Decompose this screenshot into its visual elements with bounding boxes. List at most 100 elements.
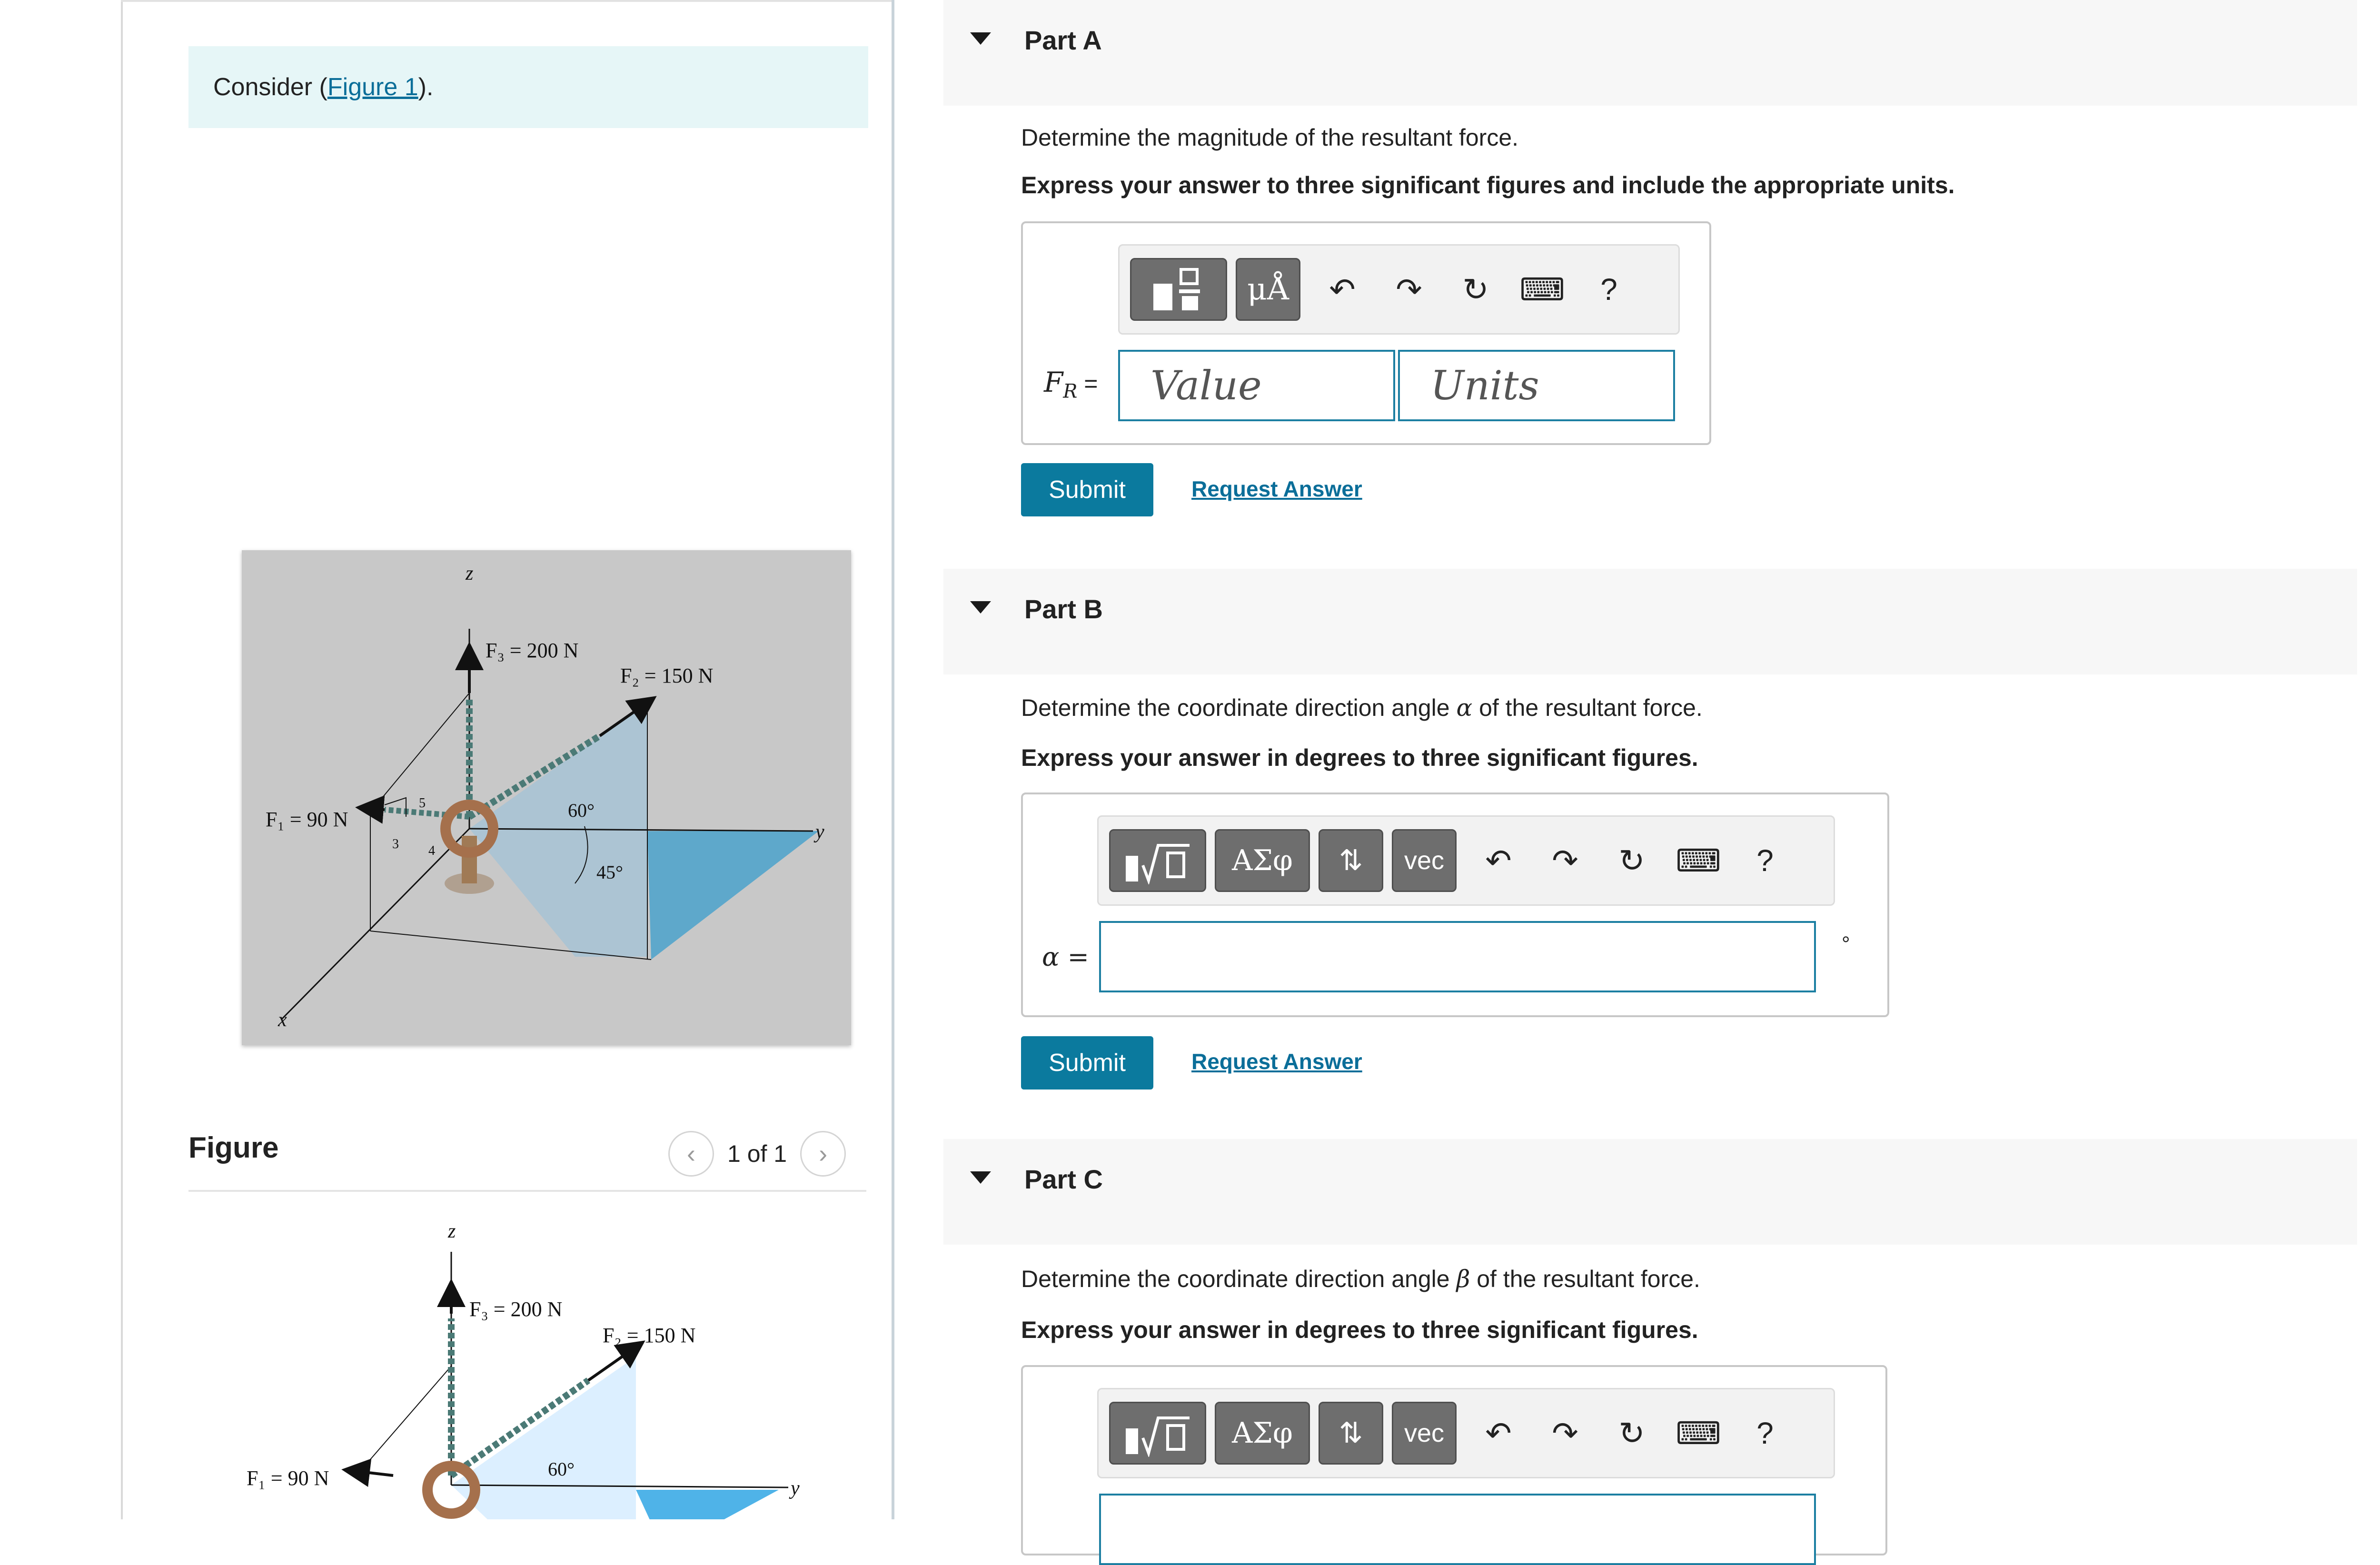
angle-60-label: 60° xyxy=(568,800,595,821)
help-icon[interactable]: ? xyxy=(1576,258,1642,321)
keyboard-icon[interactable]: ⌨ xyxy=(1665,829,1732,892)
undo-icon[interactable]: ↶ xyxy=(1309,258,1376,321)
main-force-f3-label: F₃ = 200 N xyxy=(469,1298,562,1321)
angle-45-label: 45° xyxy=(596,862,623,883)
greek-symbols-button[interactable]: ΑΣφ xyxy=(1215,1402,1310,1465)
frame-left-border xyxy=(121,0,123,1519)
caret-down-icon[interactable] xyxy=(970,601,991,614)
consider-prefix: Consider ( xyxy=(213,73,327,101)
part-c-question-post: of the resultant force. xyxy=(1470,1266,1700,1292)
redo-icon[interactable]: ↷ xyxy=(1376,258,1442,321)
part-b-question: Determine the coordinate direction angle… xyxy=(1021,694,1703,722)
greek-symbols-button[interactable]: ΑΣφ xyxy=(1215,829,1310,892)
undo-icon[interactable]: ↶ xyxy=(1465,1402,1532,1465)
force-f2-label: F₂ = 150 N xyxy=(620,664,713,687)
part-b-question-pre: Determine the coordinate direction angle xyxy=(1021,694,1457,721)
main-axis-z-label: z xyxy=(447,1220,456,1242)
part-c-header[interactable]: Part C xyxy=(943,1139,2357,1245)
units-symbol-button[interactable]: μÅ xyxy=(1236,258,1300,321)
part-a-submit-button[interactable]: Submit xyxy=(1021,463,1153,516)
reset-icon[interactable]: ↻ xyxy=(1442,258,1509,321)
part-c-toolbar: ΑΣφ ⇅ vec ↶ ↷ ↻ ⌨ ? xyxy=(1097,1388,1835,1478)
degree-unit: ° xyxy=(1842,932,1850,956)
figure-pager: ‹ 1 of 1 › xyxy=(668,1130,846,1178)
force-f1-label: F₁ = 90 N xyxy=(266,808,348,831)
triangle-3-label: 3 xyxy=(392,837,399,852)
chevron-right-icon: › xyxy=(819,1139,828,1168)
vec-button[interactable]: vec xyxy=(1392,1402,1457,1465)
triangle-4-label: 4 xyxy=(428,843,435,858)
chevron-left-icon: ‹ xyxy=(687,1139,695,1168)
part-b-question-post: of the resultant force. xyxy=(1472,694,1703,721)
part-a-variable-label: FR = xyxy=(1044,366,1098,403)
part-c-instruction: Express your answer in degrees to three … xyxy=(1021,1317,1698,1343)
help-icon[interactable]: ? xyxy=(1732,829,1798,892)
beta-input[interactable] xyxy=(1099,1494,1816,1565)
help-icon[interactable]: ? xyxy=(1732,1402,1798,1465)
main-force-f2-label: F₂ = 150 N xyxy=(603,1324,695,1347)
main-force-f1-label: F₁ = 90 N xyxy=(247,1466,329,1490)
template-icon xyxy=(1153,268,1200,310)
redo-icon[interactable]: ↷ xyxy=(1532,1402,1598,1465)
part-b-instruction: Express your answer in degrees to three … xyxy=(1021,744,1698,771)
undo-icon[interactable]: ↶ xyxy=(1465,829,1532,892)
beta-symbol: β xyxy=(1456,1265,1470,1293)
part-a-question: Determine the magnitude of the resultant… xyxy=(1021,124,1519,151)
caret-down-icon[interactable] xyxy=(970,1171,991,1184)
axis-y-label: y xyxy=(813,821,824,843)
figure-heading: Figure xyxy=(188,1131,279,1164)
keyboard-icon[interactable]: ⌨ xyxy=(1509,258,1576,321)
alpha-input[interactable] xyxy=(1099,921,1816,992)
part-c-title: Part C xyxy=(1024,1164,1103,1194)
reset-icon[interactable]: ↻ xyxy=(1598,829,1665,892)
part-b-answer-box: ΑΣφ ⇅ vec ↶ ↷ ↻ ⌨ ? α = ° xyxy=(1021,792,1889,1017)
sqrt-template-icon xyxy=(1126,1416,1190,1457)
sqrt-template-icon xyxy=(1126,844,1190,884)
panel-divider[interactable] xyxy=(892,0,894,1519)
axis-x-label: x xyxy=(278,1009,287,1031)
axis-z-label: z xyxy=(465,563,473,584)
part-b-submit-button[interactable]: Submit xyxy=(1021,1036,1153,1090)
next-figure-button[interactable]: › xyxy=(800,1131,846,1177)
subscript-superscript-button[interactable]: ⇅ xyxy=(1319,829,1383,892)
part-c-question-pre: Determine the coordinate direction angle xyxy=(1021,1266,1457,1292)
units-input[interactable]: Units xyxy=(1398,350,1675,421)
part-b-request-answer-link[interactable]: Request Answer xyxy=(1191,1049,1362,1074)
frame-top-border xyxy=(121,0,892,2)
reset-icon[interactable]: ↻ xyxy=(1598,1402,1665,1465)
part-b-toolbar: ΑΣφ ⇅ vec ↶ ↷ ↻ ⌨ ? xyxy=(1097,815,1835,906)
main-axis-y-label: y xyxy=(789,1477,800,1499)
vec-button[interactable]: vec xyxy=(1392,829,1457,892)
consider-suffix: ). xyxy=(418,73,434,101)
redo-icon[interactable]: ↷ xyxy=(1532,829,1598,892)
pager-count: 1 of 1 xyxy=(727,1140,787,1167)
sqrt-template-button[interactable] xyxy=(1109,1402,1206,1465)
fr-equals: = xyxy=(1077,370,1098,397)
part-a-title: Part A xyxy=(1024,25,1102,55)
prev-figure-button[interactable]: ‹ xyxy=(668,1131,714,1177)
fr-subscript: R xyxy=(1063,380,1078,403)
alpha-label: α = xyxy=(1042,942,1089,972)
figure-thumbnail: z x y F₃ = 200 N F₂ = 150 N F₁ = 90 N 60… xyxy=(242,550,851,1045)
template-button[interactable] xyxy=(1130,258,1227,321)
part-a-answer-box: μÅ ↶ ↷ ↻ ⌨ ? FR = Value Units xyxy=(1021,221,1711,445)
part-a-instruction: Express your answer to three significant… xyxy=(1021,172,1955,198)
part-c-answer-box: ΑΣφ ⇅ vec ↶ ↷ ↻ ⌨ ? xyxy=(1021,1365,1887,1565)
part-a-toolbar: μÅ ↶ ↷ ↻ ⌨ ? xyxy=(1118,244,1680,335)
keyboard-icon[interactable]: ⌨ xyxy=(1665,1402,1732,1465)
caret-down-icon[interactable] xyxy=(970,32,991,45)
part-b-header[interactable]: Part B xyxy=(943,569,2357,674)
consider-banner: Consider (Figure 1). xyxy=(188,46,868,128)
sqrt-template-button[interactable] xyxy=(1109,829,1206,892)
part-a-header[interactable]: Part A xyxy=(943,0,2357,106)
figure-main: z y F₃ = 200 N F₂ = 150 N F₁ = 90 N 60° xyxy=(188,1218,855,1519)
alpha-symbol: α xyxy=(1456,694,1473,722)
triangle-5-label: 5 xyxy=(419,796,426,811)
part-a-request-answer-link[interactable]: Request Answer xyxy=(1191,476,1362,502)
figure-link[interactable]: Figure 1 xyxy=(327,73,418,101)
force-f3-label: F₃ = 200 N xyxy=(486,639,578,662)
fr-main: F xyxy=(1044,366,1063,398)
subscript-superscript-button[interactable]: ⇅ xyxy=(1319,1402,1383,1465)
value-input[interactable]: Value xyxy=(1118,350,1395,421)
figure-rule xyxy=(188,1190,866,1192)
